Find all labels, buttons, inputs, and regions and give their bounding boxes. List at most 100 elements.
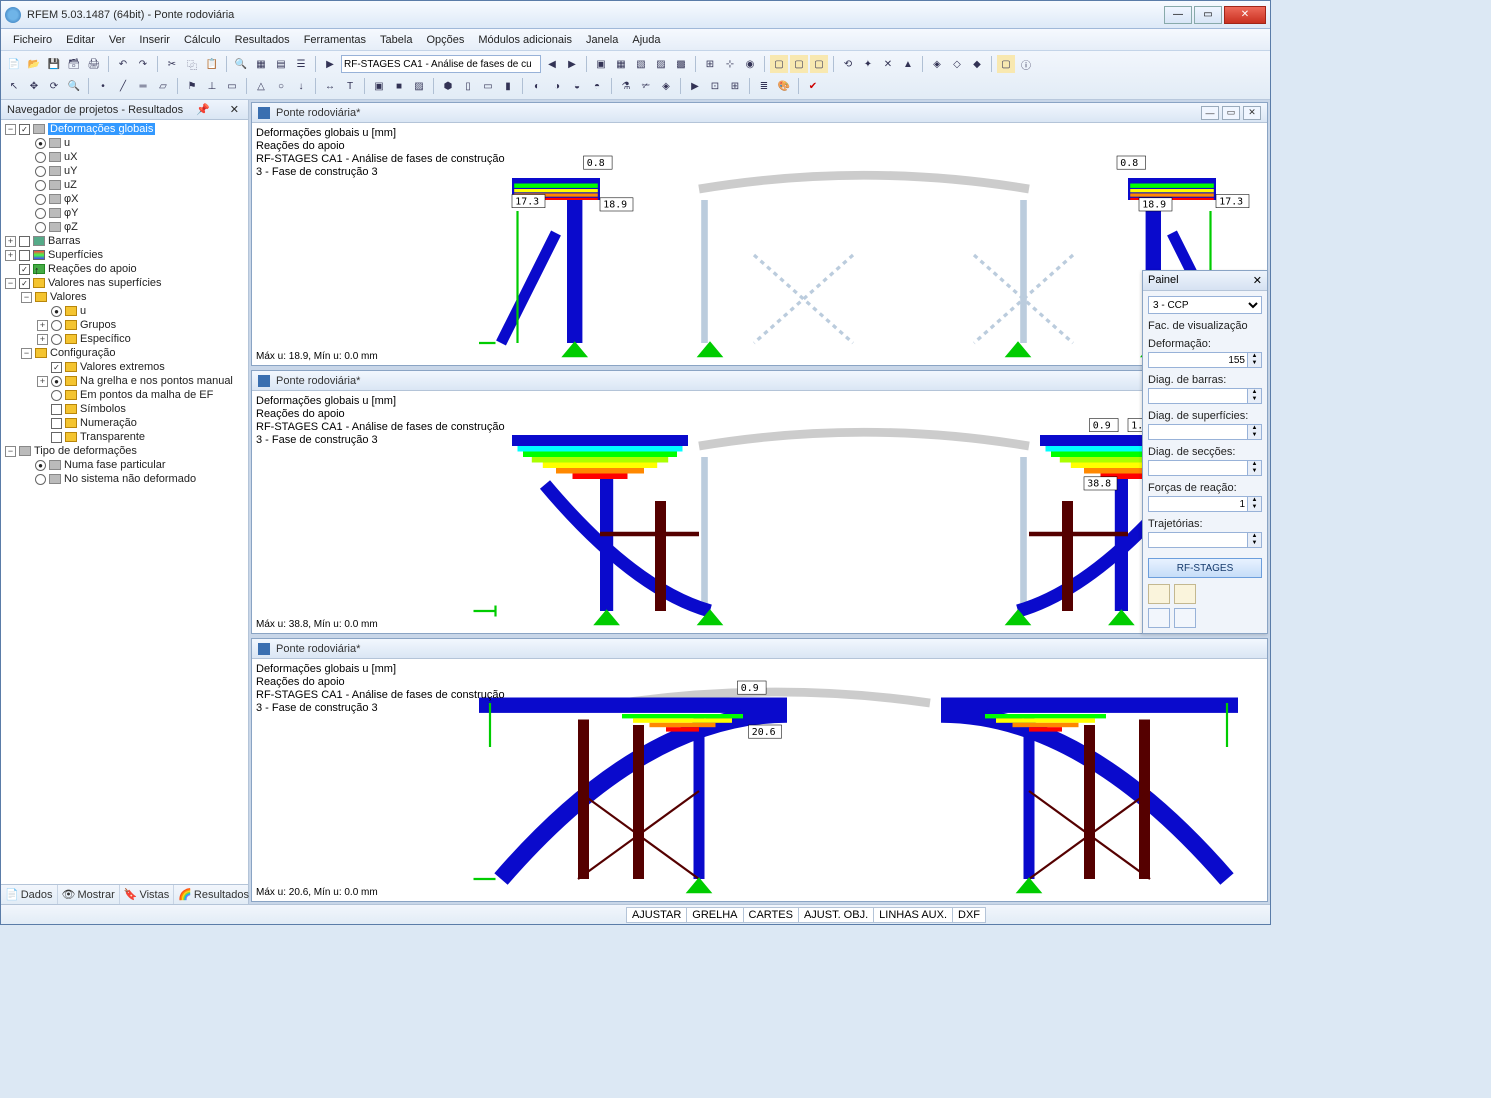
tb-misc3-icon[interactable]: ◆ bbox=[968, 55, 986, 73]
tree-espec[interactable]: Específico bbox=[80, 333, 131, 345]
tb-view4-icon[interactable]: ▨ bbox=[652, 55, 670, 73]
spin-buttons[interactable]: ▲▼ bbox=[1248, 460, 1262, 476]
tb-render-icon[interactable]: ◉ bbox=[741, 55, 759, 73]
radio[interactable]: ● bbox=[35, 138, 46, 149]
radio[interactable]: ● bbox=[35, 460, 46, 471]
tb-mod1-icon[interactable]: ▢ bbox=[770, 55, 788, 73]
tab-vistas[interactable]: 🔖Vistas bbox=[120, 885, 174, 904]
expander-icon[interactable]: − bbox=[21, 348, 32, 359]
tree-pontosef[interactable]: Em pontos da malha de EF bbox=[80, 389, 213, 401]
tb2-clip-icon[interactable]: ✃ bbox=[637, 77, 655, 95]
tb2-grid2-icon[interactable]: ⊞ bbox=[726, 77, 744, 95]
status-dxf[interactable]: DXF bbox=[952, 907, 986, 923]
pin-icon[interactable]: 📌 bbox=[196, 103, 210, 116]
radio[interactable] bbox=[35, 222, 46, 233]
tb2-text-icon[interactable]: T bbox=[341, 77, 359, 95]
tb-print-icon[interactable]: 🖨 bbox=[85, 55, 103, 73]
menu-calculo[interactable]: Cálculo bbox=[178, 31, 227, 49]
tb-tool2-icon[interactable]: ✦ bbox=[859, 55, 877, 73]
expander-icon[interactable]: − bbox=[5, 446, 16, 457]
spin-buttons[interactable]: ▲▼ bbox=[1248, 352, 1262, 368]
tb2-line-icon[interactable]: ╱ bbox=[114, 77, 132, 95]
tb2-top-icon[interactable]: ▭ bbox=[479, 77, 497, 95]
tb-calc-icon[interactable]: ▶ bbox=[321, 55, 339, 73]
tb2-res4-icon[interactable]: ◓ bbox=[588, 77, 606, 95]
doc-canvas-2[interactable]: Deformações globais u [mm]Reações do apo… bbox=[252, 391, 1267, 633]
tree-config[interactable]: Configuração bbox=[50, 347, 115, 359]
status-linhasaux[interactable]: LINHAS AUX. bbox=[873, 907, 953, 923]
tree-superf[interactable]: Superfícies bbox=[48, 249, 103, 261]
menu-janela[interactable]: Janela bbox=[580, 31, 624, 49]
tb-view5-icon[interactable]: ▩ bbox=[672, 55, 690, 73]
tb2-load-icon[interactable]: ↓ bbox=[292, 77, 310, 95]
tb-list-icon[interactable]: ☰ bbox=[292, 55, 310, 73]
tb2-extra-icon[interactable]: ✔ bbox=[804, 77, 822, 95]
menu-ver[interactable]: Ver bbox=[103, 31, 132, 49]
pane-close-button[interactable]: ✕ bbox=[1243, 106, 1261, 120]
tree-uz[interactable]: uZ bbox=[64, 179, 77, 191]
tb2-pointer-icon[interactable]: ↖ bbox=[5, 77, 23, 95]
input-seccoes[interactable] bbox=[1148, 460, 1248, 476]
status-cartes[interactable]: CARTES bbox=[743, 907, 799, 923]
tb-view2-icon[interactable]: ▦ bbox=[612, 55, 630, 73]
tree-uy[interactable]: uY bbox=[64, 165, 77, 177]
tree-phiy[interactable]: φY bbox=[64, 207, 78, 219]
menu-ajuda[interactable]: Ajuda bbox=[626, 31, 666, 49]
radio[interactable] bbox=[35, 166, 46, 177]
tb-help-icon[interactable]: ▢ bbox=[997, 55, 1015, 73]
tree-u[interactable]: u bbox=[64, 137, 70, 149]
tb2-trans-icon[interactable]: ▨ bbox=[410, 77, 428, 95]
tb2-anim-icon[interactable]: ▶ bbox=[686, 77, 704, 95]
tb2-rotate-icon[interactable]: ⟳ bbox=[45, 77, 63, 95]
doc-canvas-1[interactable]: Deformações globais u [mm]Reações do apo… bbox=[252, 123, 1267, 365]
tb2-dim-icon[interactable]: ↔ bbox=[321, 77, 339, 95]
spin-buttons[interactable]: ▲▼ bbox=[1248, 532, 1262, 548]
tb2-layer-icon[interactable]: ≣ bbox=[755, 77, 773, 95]
expander-icon[interactable]: + bbox=[37, 376, 48, 387]
rf-stages-button[interactable]: RF-STAGES bbox=[1148, 558, 1262, 578]
tb2-iso2-icon[interactable]: ◈ bbox=[657, 77, 675, 95]
expander-icon[interactable]: + bbox=[37, 334, 48, 345]
tb-cut-icon[interactable]: ✂ bbox=[163, 55, 181, 73]
tb-undo-icon[interactable]: ↶ bbox=[114, 55, 132, 73]
pane-max-button[interactable]: ▭ bbox=[1222, 106, 1240, 120]
tb-table-icon[interactable]: ▤ bbox=[272, 55, 290, 73]
tree-barras[interactable]: Barras bbox=[48, 235, 80, 247]
tb2-front-icon[interactable]: ▯ bbox=[459, 77, 477, 95]
tb-tool4-icon[interactable]: ▲ bbox=[899, 55, 917, 73]
menu-modulos[interactable]: Módulos adicionais bbox=[472, 31, 578, 49]
tb-mod2-icon[interactable]: ▢ bbox=[790, 55, 808, 73]
radio[interactable] bbox=[35, 208, 46, 219]
expander-icon[interactable]: + bbox=[5, 250, 16, 261]
menu-ferramentas[interactable]: Ferramentas bbox=[298, 31, 372, 49]
checkbox[interactable]: ✓ bbox=[19, 264, 30, 275]
checkbox[interactable]: ✓ bbox=[19, 124, 30, 135]
tb-next-icon[interactable]: ▶ bbox=[563, 55, 581, 73]
tree-valsup[interactable]: Valores nas superfícies bbox=[48, 277, 162, 289]
tb2-flag-icon[interactable]: ⚑ bbox=[183, 77, 201, 95]
menu-resultados[interactable]: Resultados bbox=[229, 31, 296, 49]
menu-ficheiro[interactable]: Ficheiro bbox=[7, 31, 58, 49]
sidebar-close-icon[interactable]: ✕ bbox=[227, 103, 242, 116]
tb-view3-icon[interactable]: ▧ bbox=[632, 55, 650, 73]
tree-simbolos[interactable]: Símbolos bbox=[80, 403, 126, 415]
tb2-iso-icon[interactable]: ⬢ bbox=[439, 77, 457, 95]
tb-paste-icon[interactable]: 📋 bbox=[203, 55, 221, 73]
tb-misc2-icon[interactable]: ◇ bbox=[948, 55, 966, 73]
tree-ux[interactable]: uX bbox=[64, 151, 77, 163]
tree-vu[interactable]: u bbox=[80, 305, 86, 317]
tb-save-icon[interactable]: 💾 bbox=[45, 55, 63, 73]
checkbox[interactable] bbox=[19, 236, 30, 247]
doc-canvas-3[interactable]: Deformações globais u [mm]Reações do apo… bbox=[252, 659, 1267, 901]
checkbox[interactable]: ✓ bbox=[51, 362, 62, 373]
radio[interactable] bbox=[35, 152, 46, 163]
expander-icon[interactable]: − bbox=[5, 124, 16, 135]
tb-search-icon[interactable]: 🔍 bbox=[232, 55, 250, 73]
menu-inserir[interactable]: Inserir bbox=[133, 31, 176, 49]
tree-numer[interactable]: Numeração bbox=[80, 417, 137, 429]
tb-grid-icon[interactable]: ⊞ bbox=[701, 55, 719, 73]
tb-misc1-icon[interactable]: ◈ bbox=[928, 55, 946, 73]
tb2-color-icon[interactable]: 🎨 bbox=[775, 77, 793, 95]
menu-editar[interactable]: Editar bbox=[60, 31, 101, 49]
tb-tool1-icon[interactable]: ⟲ bbox=[839, 55, 857, 73]
